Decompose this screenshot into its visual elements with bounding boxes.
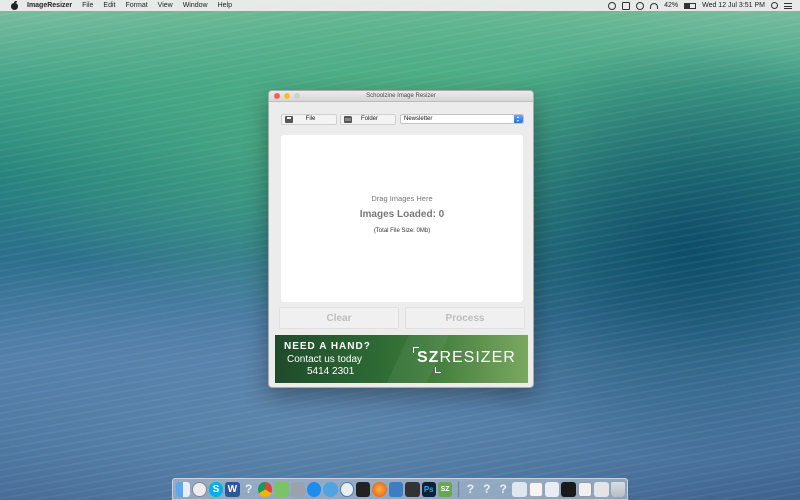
clock-text[interactable]: Wed 12 Jul 3:51 PM xyxy=(702,2,765,9)
banner-phone: 5414 2301 xyxy=(307,366,355,377)
firefox-icon[interactable] xyxy=(372,481,387,497)
question2-icon[interactable]: ? xyxy=(463,482,477,497)
select-arrows-icon[interactable] xyxy=(514,115,523,123)
terminal2-icon[interactable] xyxy=(405,481,420,497)
clear-button[interactable]: Clear xyxy=(279,307,399,329)
spotlight-search-icon[interactable] xyxy=(771,2,778,9)
image-drop-zone[interactable]: Drag Images Here Images Loaded: 0 (Total… xyxy=(281,135,523,302)
menu-app-name[interactable]: ImageResizer xyxy=(27,2,72,9)
menu-bar-status: 42% Wed 12 Jul 3:51 PM xyxy=(608,1,792,10)
images-loaded-count: Images Loaded: 0 xyxy=(359,209,445,220)
window5-icon[interactable] xyxy=(577,481,593,497)
total-file-size: (Total File Size: 0Mb) xyxy=(373,228,431,234)
safari-icon[interactable] xyxy=(339,481,355,497)
preset-selected-value: Newsletter xyxy=(404,116,433,122)
question-icon[interactable]: ? xyxy=(242,482,256,497)
menu-format[interactable]: Format xyxy=(125,2,147,9)
menu-help[interactable]: Help xyxy=(218,2,232,9)
dock: S W ? Ps SZ ? ? ? xyxy=(172,478,628,500)
question3-icon[interactable]: ? xyxy=(480,482,494,497)
toolbar: File Folder Newsletter xyxy=(281,113,525,125)
process-button[interactable]: Process xyxy=(405,307,525,329)
banner-headline: NEED A HAND? xyxy=(284,341,371,352)
photoshop-icon[interactable]: Ps xyxy=(421,481,436,497)
terminal-icon[interactable] xyxy=(356,481,371,497)
window3-icon[interactable] xyxy=(545,481,560,497)
window-title: Schoolzine Image Resizer xyxy=(366,93,436,99)
maps-icon[interactable] xyxy=(274,481,289,497)
sz-icon[interactable]: SZ xyxy=(437,481,453,497)
automator-icon[interactable] xyxy=(290,481,305,497)
menu-window[interactable]: Window xyxy=(183,2,208,9)
apple-menu-icon[interactable] xyxy=(10,1,19,10)
action-buttons: Clear Process xyxy=(279,307,525,329)
window1-icon[interactable] xyxy=(512,481,527,497)
file-icon xyxy=(285,115,293,123)
folder-icon xyxy=(344,115,352,123)
menu-view[interactable]: View xyxy=(158,2,173,9)
menu-bar: ImageResizer File Edit Format View Windo… xyxy=(0,0,800,11)
window-titlebar[interactable]: Schoolzine Image Resizer xyxy=(269,91,533,102)
file-button[interactable]: File xyxy=(281,113,337,125)
file-button-label: File xyxy=(305,116,316,122)
image-resizer-window: Schoolzine Image Resizer File Folder New… xyxy=(268,90,534,388)
clock-icon[interactable] xyxy=(192,481,207,497)
window4-icon[interactable] xyxy=(561,481,576,497)
battery-icon[interactable] xyxy=(684,2,697,9)
crop-corner-icon xyxy=(435,367,441,373)
skype-icon[interactable]: S xyxy=(208,481,224,497)
window6-icon[interactable] xyxy=(594,481,609,497)
status-extra-icon[interactable] xyxy=(608,1,617,10)
notification-center-icon[interactable] xyxy=(784,2,792,9)
skype-status-icon[interactable] xyxy=(622,1,631,10)
battery-percent: 42% xyxy=(664,2,679,9)
contact-banner[interactable]: NEED A HAND? Contact us today 5414 2301 … xyxy=(275,335,528,383)
folder-button[interactable]: Folder xyxy=(340,113,396,125)
question4-icon[interactable]: ? xyxy=(496,482,510,497)
sync-status-icon[interactable] xyxy=(636,1,645,10)
preset-select[interactable]: Newsletter xyxy=(400,114,524,124)
appstore-icon[interactable] xyxy=(306,481,322,497)
window2-icon[interactable] xyxy=(528,481,544,497)
menu-file[interactable]: File xyxy=(82,2,93,9)
word-icon[interactable]: W xyxy=(225,481,240,497)
folder-button-label: Folder xyxy=(360,116,378,122)
banner-contact-text: Contact us today xyxy=(287,354,363,365)
chat-icon[interactable] xyxy=(323,481,338,497)
wifi-icon[interactable] xyxy=(650,2,659,9)
finder-icon[interactable] xyxy=(176,481,191,497)
drag-instruction: Drag Images Here xyxy=(371,194,433,203)
logo-resizer: RESIZER xyxy=(439,349,516,366)
xcode-icon[interactable] xyxy=(388,481,404,497)
menu-edit[interactable]: Edit xyxy=(103,2,115,9)
szresizer-logo: SZRESIZER xyxy=(417,349,516,367)
trash-icon[interactable] xyxy=(610,481,625,497)
logo-sz: SZ xyxy=(417,349,440,366)
dock-separator xyxy=(458,481,460,497)
chrome-icon[interactable] xyxy=(257,481,273,497)
